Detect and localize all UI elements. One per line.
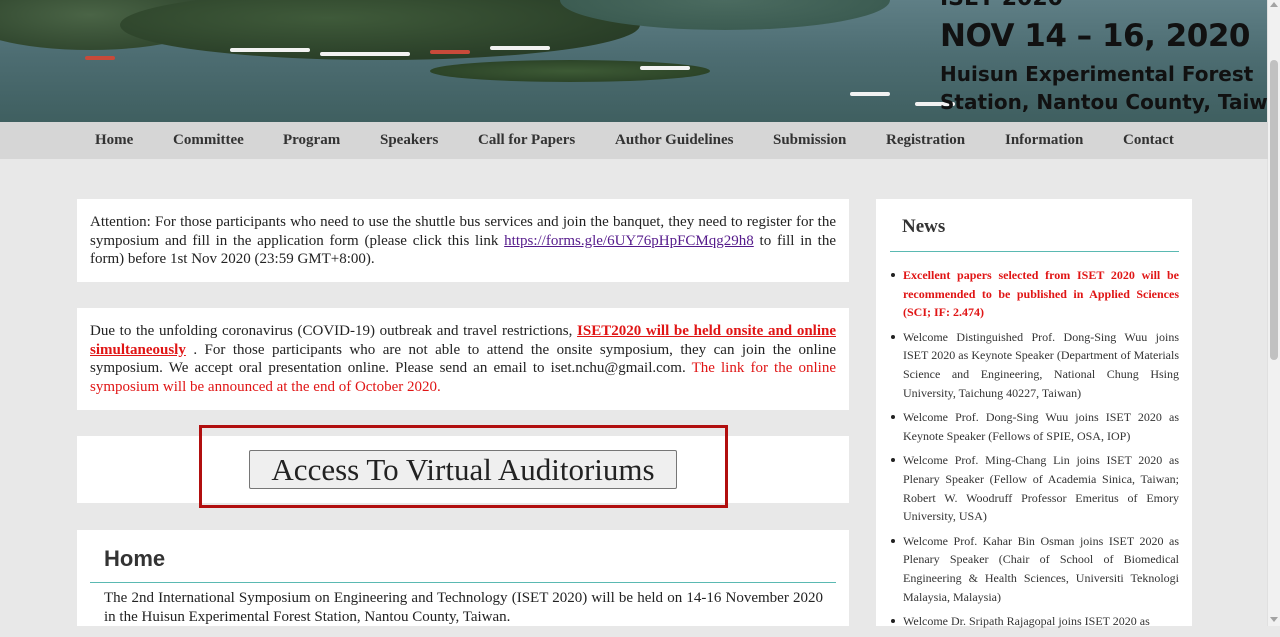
- nav-item-information[interactable]: Information: [1005, 132, 1083, 149]
- home-divider: [90, 582, 836, 583]
- nav-item-author-guidelines[interactable]: Author Guidelines: [615, 132, 734, 149]
- page-scrollbar[interactable]: [1267, 0, 1280, 626]
- banner-boat: [490, 46, 550, 50]
- news-item: Welcome Prof. Ming-Chang Lin joins ISET …: [889, 451, 1179, 525]
- nav-item-registration[interactable]: Registration: [886, 132, 965, 149]
- news-item: Welcome Distinguished Prof. Dong-Sing Wu…: [889, 328, 1179, 402]
- nav-item-committee[interactable]: Committee: [173, 132, 244, 149]
- banner-location-line2: Station, Nantou County, Taiwan: [940, 90, 1268, 114]
- banner-boat: [430, 50, 470, 54]
- attention-text: Attention: For those participants who ne…: [90, 213, 836, 269]
- header-banner: ISET 2020 NOV 14 – 16, 2020 Huisun Exper…: [0, 0, 1268, 122]
- banner-boat: [850, 92, 890, 96]
- news-item: Welcome Dr. Sripath Rajagopal joins ISET…: [889, 612, 1179, 631]
- page-title: Home: [104, 546, 166, 571]
- banner-island: [430, 60, 710, 82]
- banner-boat: [320, 52, 410, 56]
- banner-event-name: ISET 2020: [940, 0, 1063, 11]
- access-virtual-auditoriums-button[interactable]: Access To Virtual Auditoriums: [249, 450, 677, 489]
- banner-boat: [640, 66, 690, 70]
- nav-item-home[interactable]: Home: [95, 132, 133, 149]
- covid-notice-text: Due to the unfolding coronavirus (COVID-…: [90, 322, 836, 396]
- banner-boat: [230, 48, 310, 52]
- scroll-down-arrow-icon[interactable]: [1270, 617, 1278, 622]
- nav-item-speakers[interactable]: Speakers: [380, 132, 438, 149]
- news-item: Welcome Prof. Kahar Bin Osman joins ISET…: [889, 532, 1179, 606]
- banner-location-line1: Huisun Experimental Forest: [940, 62, 1254, 86]
- scrollbar-thumb[interactable]: [1270, 60, 1278, 360]
- nav-item-submission[interactable]: Submission: [773, 132, 846, 149]
- news-item: Welcome Prof. Dong-Sing Wuu joins ISET 2…: [889, 408, 1179, 445]
- banner-date: NOV 14 – 16, 2020: [940, 18, 1250, 54]
- registration-form-link[interactable]: https://forms.gle/6UY76pHpFCMqg29h8: [504, 233, 754, 249]
- banner-boat: [85, 56, 115, 60]
- covid-text-before: Due to the unfolding coronavirus (COVID-…: [90, 323, 578, 339]
- banner-island: [120, 0, 640, 60]
- nav-item-program[interactable]: Program: [283, 132, 340, 149]
- nav-item-contact[interactable]: Contact: [1123, 132, 1174, 149]
- nav-item-call-for-papers[interactable]: Call for Papers: [478, 132, 575, 149]
- news-title: News: [902, 216, 946, 237]
- news-item: Excellent papers selected from ISET 2020…: [889, 266, 1179, 322]
- covid-notice-card: Due to the unfolding coronavirus (COVID-…: [77, 308, 849, 410]
- home-text: The 2nd International Symposium on Engin…: [104, 590, 823, 625]
- news-divider: [890, 251, 1179, 252]
- attention-card: Attention: For those participants who ne…: [77, 199, 849, 282]
- home-card: The 2nd International Symposium on Engin…: [77, 530, 849, 626]
- news-list: Excellent papers selected from ISET 2020…: [889, 266, 1179, 637]
- scroll-up-arrow-icon[interactable]: [1270, 2, 1278, 7]
- main-nav: Home Committee Program Speakers Call for…: [0, 122, 1268, 159]
